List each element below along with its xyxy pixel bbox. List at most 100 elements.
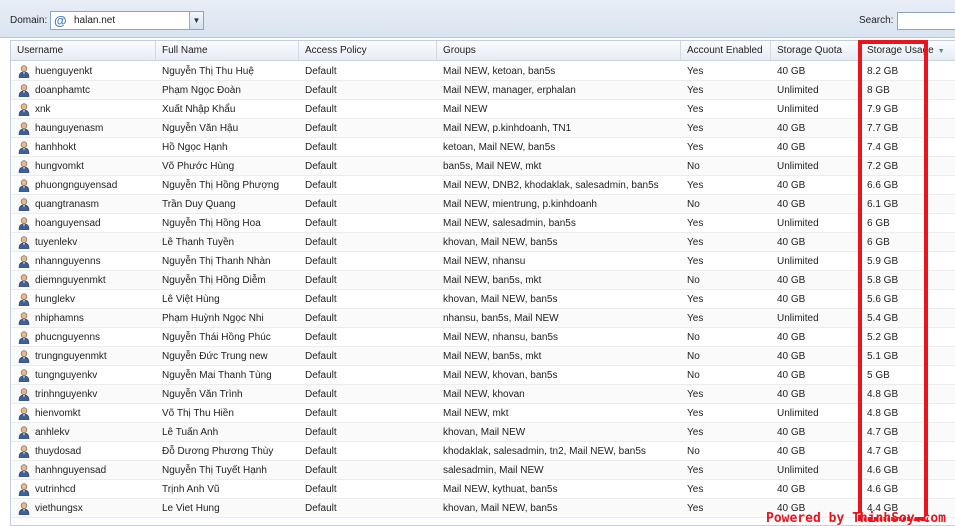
table-row[interactable]: hungvomkt Võ Phước Hùng Default ban5s, Mail… <box>11 157 955 176</box>
cell-username: haunguyenasm <box>11 119 156 138</box>
table-row[interactable]: hanhhokt Hồ Ngọc Hạnh Default ketoan, Mail … <box>11 138 955 157</box>
cell-text: 8.2 GB <box>867 66 899 77</box>
user-icon <box>18 141 30 154</box>
cell-storage-quota: Unlimited <box>771 309 861 328</box>
cell-access-policy: Default <box>299 480 437 499</box>
accounts-grid: Username Full Name Access Policy Groups Acco… <box>10 40 955 526</box>
column-header-full-name[interactable]: Full Name <box>156 41 299 61</box>
cell-text: 40 GB <box>777 446 806 457</box>
user-icon <box>18 293 30 306</box>
table-row[interactable]: phucnguyenns Nguyễn Thái Hồng Phúc Default… <box>11 328 955 347</box>
table-row[interactable]: tuyenlekv Lê Thanh Tuyền Default khovan, Ma… <box>11 233 955 252</box>
cell-storage-usage: 7.7 GB <box>861 119 955 138</box>
cell-account-enabled: No <box>681 195 771 214</box>
table-row[interactable]: phuongnguyensad Nguyễn Thị Hồng Phượng Def… <box>11 176 955 195</box>
cell-text: Đỗ Dương Phương Thùy <box>162 446 274 457</box>
cell-groups: Mail NEW, manager, erphalan <box>437 81 681 100</box>
table-row[interactable]: nhannguyenns Nguyễn Thị Thanh Nhàn Default… <box>11 252 955 271</box>
table-row[interactable]: haunguyenasm Nguyễn Văn Hậu Default Mail NE… <box>11 119 955 138</box>
cell-text: Yes <box>687 503 704 514</box>
user-icon <box>18 369 30 382</box>
table-row[interactable]: vutrinhcd Trịnh Anh Vũ Default Mail NEW, ky… <box>11 480 955 499</box>
column-header-label: Access Policy <box>305 45 367 56</box>
cell-full-name: Lê Việt Hùng <box>156 290 299 309</box>
cell-text: Default <box>305 351 337 362</box>
table-row[interactable]: doanphamtc Phạm Ngọc Đoàn Default Mail NEW,… <box>11 81 955 100</box>
cell-full-name: Nguyễn Văn Trình <box>156 385 299 404</box>
cell-full-name: Võ Thị Thu Hiền <box>156 404 299 423</box>
cell-text: 4.8 GB <box>867 408 899 419</box>
table-row[interactable]: xnk Xuất Nhập Khẩu Default Mail NEW Yes Unlim… <box>11 100 955 119</box>
cell-storage-quota: Unlimited <box>771 404 861 423</box>
table-row[interactable]: diemnguyenmkt Nguyễn Thị Hồng Diễm Default… <box>11 271 955 290</box>
cell-text: hanhnguyensad <box>35 465 107 476</box>
cell-text: Le Viet Hung <box>162 503 220 514</box>
cell-access-policy: Default <box>299 176 437 195</box>
cell-text: phuongnguyensad <box>35 180 118 191</box>
cell-access-policy: Default <box>299 461 437 480</box>
column-header-groups[interactable]: Groups <box>437 41 681 61</box>
column-header-storage-usage[interactable]: Storage Usage ▼ <box>861 41 955 61</box>
table-row[interactable]: hoanguyensad Nguyễn Thị Hồng Hoa Default Ma… <box>11 214 955 233</box>
cell-text: Phạm Ngọc Đoàn <box>162 85 241 96</box>
cell-text: Yes <box>687 218 704 229</box>
cell-text: Default <box>305 408 337 419</box>
cell-text: hungvomkt <box>35 161 84 172</box>
cell-text: tungnguyenkv <box>35 370 98 381</box>
cell-storage-quota: Unlimited <box>771 81 861 100</box>
table-row[interactable]: hunglekv Lê Việt Hùng Default khovan, Mail … <box>11 290 955 309</box>
table-row[interactable]: nhiphamns Phạm Huỳnh Ngọc Nhi Default nhans… <box>11 309 955 328</box>
table-row[interactable]: huenguyenkt Nguyễn Thị Thu Huệ Default Mail… <box>11 62 955 81</box>
cell-text: 40 GB <box>777 180 806 191</box>
search-input[interactable] <box>897 12 955 30</box>
cell-text: Default <box>305 484 337 495</box>
cell-text: hienvomkt <box>35 408 81 419</box>
cell-access-policy: Default <box>299 328 437 347</box>
cell-text: No <box>687 275 700 286</box>
user-icon <box>18 445 30 458</box>
cell-storage-usage: 4.7 GB <box>861 442 955 461</box>
cell-storage-usage: 6 GB <box>861 233 955 252</box>
cell-text: Yes <box>687 389 704 400</box>
cell-full-name: Hồ Ngọc Hạnh <box>156 138 299 157</box>
table-row[interactable]: hienvomkt Võ Thị Thu Hiền Default Mail NEW,… <box>11 404 955 423</box>
cell-text: Yes <box>687 465 704 476</box>
cell-text: Nguyễn Văn Trình <box>162 389 243 400</box>
table-row[interactable]: quangtranasm Trần Duy Quang Default Mail NE… <box>11 195 955 214</box>
user-icon <box>18 464 30 477</box>
cell-text: Yes <box>687 104 704 115</box>
cell-storage-quota: Unlimited <box>771 100 861 119</box>
cell-text: 40 GB <box>777 275 806 286</box>
cell-full-name: Le Viet Hung <box>156 499 299 518</box>
cell-text: Mail NEW, khovan, ban5s <box>443 370 558 381</box>
table-row[interactable]: trungnguyenmkt Nguyễn Đức Trung new Defaul… <box>11 347 955 366</box>
table-row[interactable]: hanhnguyensad Nguyễn Thị Tuyết Hạnh Defaul… <box>11 461 955 480</box>
column-header-storage-quota[interactable]: Storage Quota <box>771 41 861 61</box>
cell-storage-usage: 5.8 GB <box>861 271 955 290</box>
cell-text: hoanguyensad <box>35 218 101 229</box>
cell-text: 40 GB <box>777 66 806 77</box>
cell-access-policy: Default <box>299 499 437 518</box>
chevron-down-icon[interactable]: ▼ <box>189 12 203 29</box>
column-header-access-policy[interactable]: Access Policy <box>299 41 437 61</box>
cell-access-policy: Default <box>299 290 437 309</box>
cell-text: Unlimited <box>777 218 819 229</box>
table-row[interactable]: tungnguyenkv Nguyễn Mai Thanh Tùng Default… <box>11 366 955 385</box>
cell-text: Nguyễn Văn Hậu <box>162 123 239 134</box>
domain-select[interactable]: @ halan.net ▼ <box>50 11 204 30</box>
table-row[interactable]: thuydosad Đỗ Dương Phương Thùy Default khod… <box>11 442 955 461</box>
cell-text: 6 GB <box>867 218 890 229</box>
cell-account-enabled: Yes <box>681 138 771 157</box>
cell-account-enabled: Yes <box>681 252 771 271</box>
table-row[interactable]: trinhnguyenkv Nguyễn Văn Trình Default Mail… <box>11 385 955 404</box>
user-icon <box>18 331 30 344</box>
cell-text: 7.4 GB <box>867 142 899 153</box>
column-header-label: Full Name <box>162 45 208 56</box>
cell-text: Yes <box>687 427 704 438</box>
table-row[interactable]: anhlekv Lê Tuấn Anh Default khovan, Mail NE… <box>11 423 955 442</box>
column-header-username[interactable]: Username <box>11 41 156 61</box>
cell-text: Default <box>305 275 337 286</box>
cell-access-policy: Default <box>299 347 437 366</box>
column-header-account-enabled[interactable]: Account Enabled <box>681 41 771 61</box>
cell-text: Default <box>305 389 337 400</box>
